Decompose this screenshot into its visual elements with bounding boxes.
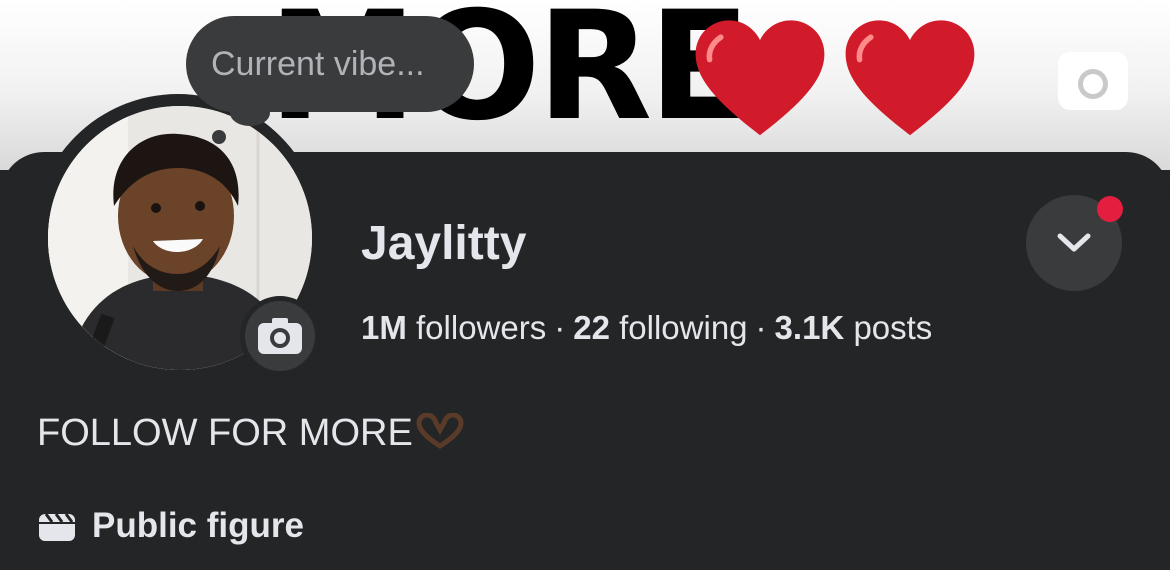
- posts-link[interactable]: 3.1K posts: [775, 309, 933, 346]
- camera-icon: [1078, 56, 1108, 99]
- profile-stats: 1M followers · 22 following · 3.1K posts: [361, 306, 932, 350]
- profile-category: Public figure: [38, 506, 304, 546]
- camera-icon: [258, 318, 302, 354]
- chevron-down-icon: [1057, 233, 1091, 252]
- following-link[interactable]: 22 following: [573, 309, 747, 346]
- posts-count: 3.1K: [774, 309, 845, 346]
- followers-count: 1M: [361, 309, 407, 346]
- bio-text: FOLLOW FOR MORE: [37, 412, 413, 454]
- clapperboard-icon: [39, 513, 75, 541]
- following-count: 22: [573, 309, 610, 346]
- stats-separator: ·: [554, 309, 566, 346]
- stats-separator: ·: [755, 309, 767, 346]
- followers-link[interactable]: 1M followers: [361, 309, 546, 346]
- heart-emoji-icon: [845, 20, 975, 136]
- vibe-bubble-dot: [212, 130, 226, 144]
- edit-avatar-camera-button[interactable]: [240, 296, 320, 376]
- current-vibe-bubble[interactable]: Current vibe...: [186, 16, 474, 112]
- notification-dot: [1097, 196, 1123, 222]
- heart-emoji-icon: [695, 20, 825, 136]
- profile-bio: FOLLOW FOR MORE: [37, 408, 465, 458]
- heart-hands-icon: [416, 412, 464, 449]
- profile-name: Jaylitty: [361, 217, 527, 270]
- edit-cover-camera-button[interactable]: [1058, 52, 1128, 110]
- following-label: following: [619, 309, 748, 346]
- followers-label: followers: [416, 309, 547, 346]
- posts-label: posts: [853, 309, 933, 346]
- category-label: Public figure: [92, 506, 304, 545]
